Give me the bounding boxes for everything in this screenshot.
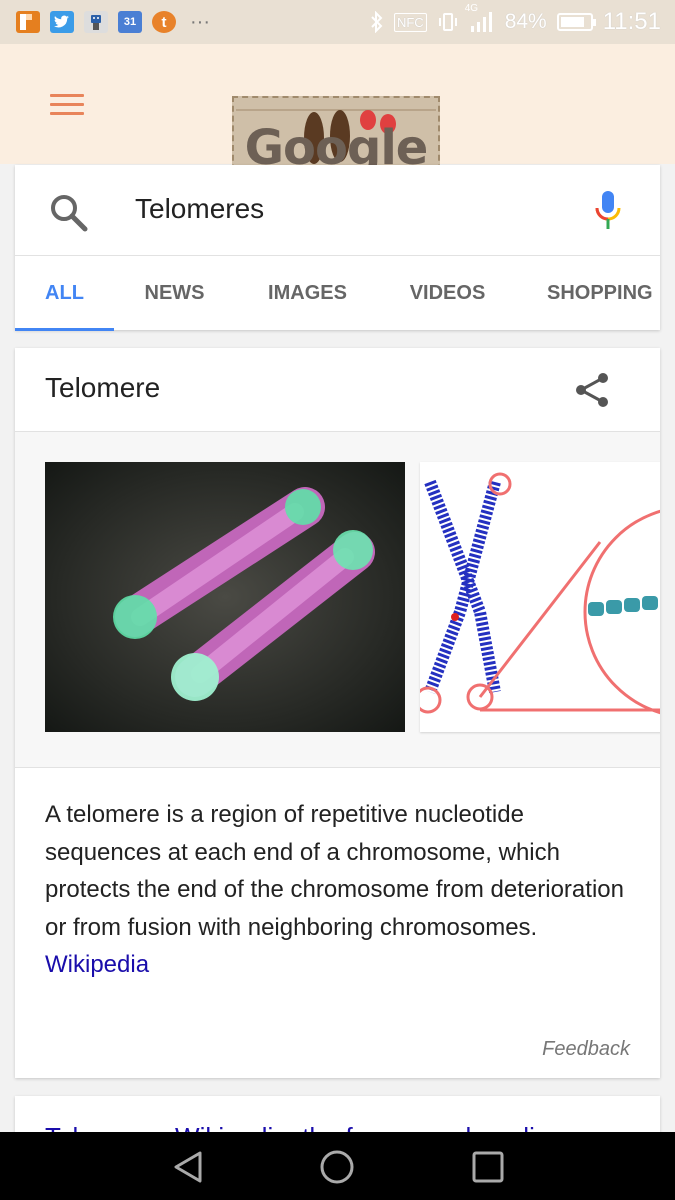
result-card[interactable]: Telomere - Wikipedia, the free encyclope… xyxy=(15,1096,660,1136)
tab-shopping[interactable]: SHOPPING xyxy=(515,256,660,331)
home-icon[interactable] xyxy=(319,1149,355,1185)
nfc-icon: NFC xyxy=(393,12,427,32)
back-icon[interactable] xyxy=(170,1149,206,1185)
search-icon[interactable] xyxy=(49,193,89,233)
search-tabs: ALL NEWS IMAGES VIDEOS SHOPPING xyxy=(15,256,660,331)
flipboard-icon xyxy=(16,11,40,33)
search-bar[interactable]: Telomeres xyxy=(15,165,660,256)
search-card: Telomeres ALL NEWS IMAGES VIDEOS SHOPPIN… xyxy=(15,165,660,331)
twitter-icon xyxy=(50,11,74,33)
share-icon[interactable] xyxy=(573,370,613,410)
knowledge-card-title: Telomere xyxy=(45,372,161,403)
wikipedia-link[interactable]: Wikipedia xyxy=(45,951,149,978)
bluetooth-icon xyxy=(371,11,383,33)
tab-images[interactable]: IMAGES xyxy=(235,256,380,331)
tumblr-icon: t xyxy=(152,11,176,33)
battery-percent: 84% xyxy=(504,10,547,33)
signal-icon: 4G xyxy=(465,3,495,33)
tab-news[interactable]: NEWS xyxy=(114,256,235,331)
app-header: Google xyxy=(0,44,675,200)
recents-icon[interactable] xyxy=(470,1149,506,1185)
tumblr-letter: t xyxy=(161,13,167,31)
status-bar: 31 t ··· NFC 4G 84% 11:51 xyxy=(0,0,675,44)
feedback-link[interactable]: Feedback xyxy=(542,1038,630,1061)
vibrate-icon xyxy=(438,13,457,31)
chromosome-photo[interactable] xyxy=(45,462,405,732)
microphone-icon[interactable] xyxy=(593,189,623,231)
clock: 11:51 xyxy=(602,8,661,35)
knowledge-card-header: Telomere xyxy=(15,348,660,432)
network-type: 4G xyxy=(464,3,479,14)
knowledge-card: Telomere A telomere is a region of repet… xyxy=(15,348,660,1078)
tab-all[interactable]: ALL xyxy=(15,256,114,331)
tab-videos[interactable]: VIDEOS xyxy=(380,256,515,331)
robot-app-icon xyxy=(84,11,108,33)
more-notifications-icon: ··· xyxy=(190,11,210,33)
calendar-day: 31 xyxy=(123,16,137,28)
calendar-icon: 31 xyxy=(118,11,142,33)
search-input[interactable]: Telomeres xyxy=(135,193,264,225)
battery-icon xyxy=(556,13,596,31)
knowledge-description: A telomere is a region of repetitive nuc… xyxy=(45,796,635,984)
description-text: A telomere is a region of repetitive nuc… xyxy=(45,801,624,941)
navigation-bar xyxy=(0,1132,675,1200)
image-carousel xyxy=(15,432,660,768)
telomere-diagram[interactable] xyxy=(420,462,660,732)
hamburger-menu-icon[interactable] xyxy=(50,94,84,121)
